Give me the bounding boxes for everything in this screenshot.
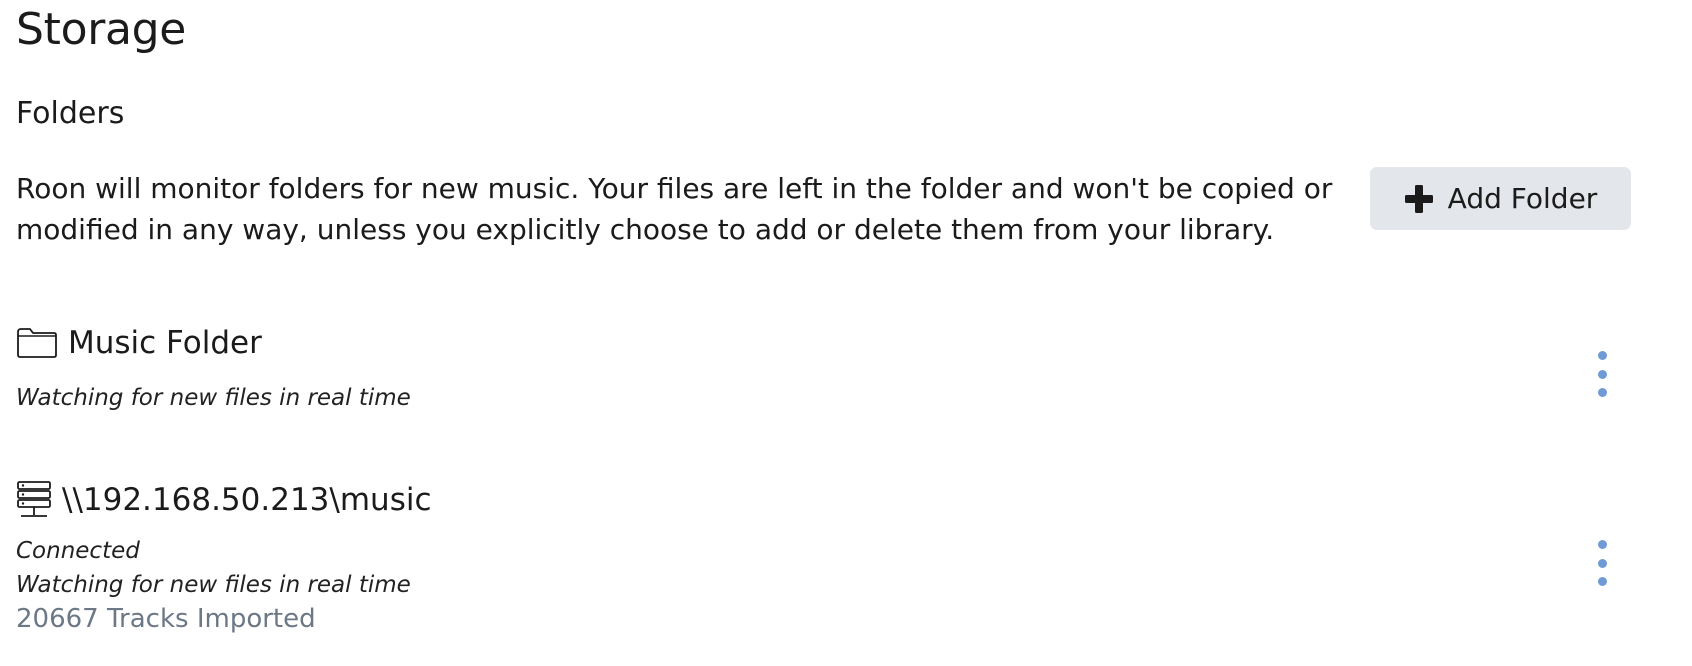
add-folder-button[interactable]: Add Folder [1370,167,1631,230]
add-folder-label: Add Folder [1447,182,1598,215]
tracks-imported-count: 20667 Tracks Imported [16,604,316,634]
page-title: Storage [16,4,187,55]
folder-list-item: \\192.168.50.213\music Connected Watchin… [16,480,1636,650]
storage-settings-page: Storage Folders Roon will monitor folder… [0,0,1692,666]
dot [1597,577,1607,586]
folders-description: Roon will monitor folders for new music.… [16,172,1333,246]
folder-status: Watching for new files in real time [16,572,411,598]
folder-more-options-button[interactable] [1590,351,1614,397]
dot [1597,388,1607,397]
dot [1597,369,1607,379]
dot [1597,558,1607,568]
folder-status: Watching for new files in real time [16,385,411,411]
connection-status: Connected [16,538,140,564]
folder-icon [17,328,57,358]
dot [1597,540,1607,549]
plus-icon [1404,184,1433,213]
folder-name: Music Folder [68,325,262,361]
folder-list-item: Music Folder Watching for new files in r… [16,323,1636,433]
server-icon [17,481,51,517]
folder-name: \\192.168.50.213\music [62,482,432,518]
folder-more-options-button[interactable] [1590,540,1614,586]
dot [1597,351,1607,360]
folders-section-title: Folders [16,96,125,131]
